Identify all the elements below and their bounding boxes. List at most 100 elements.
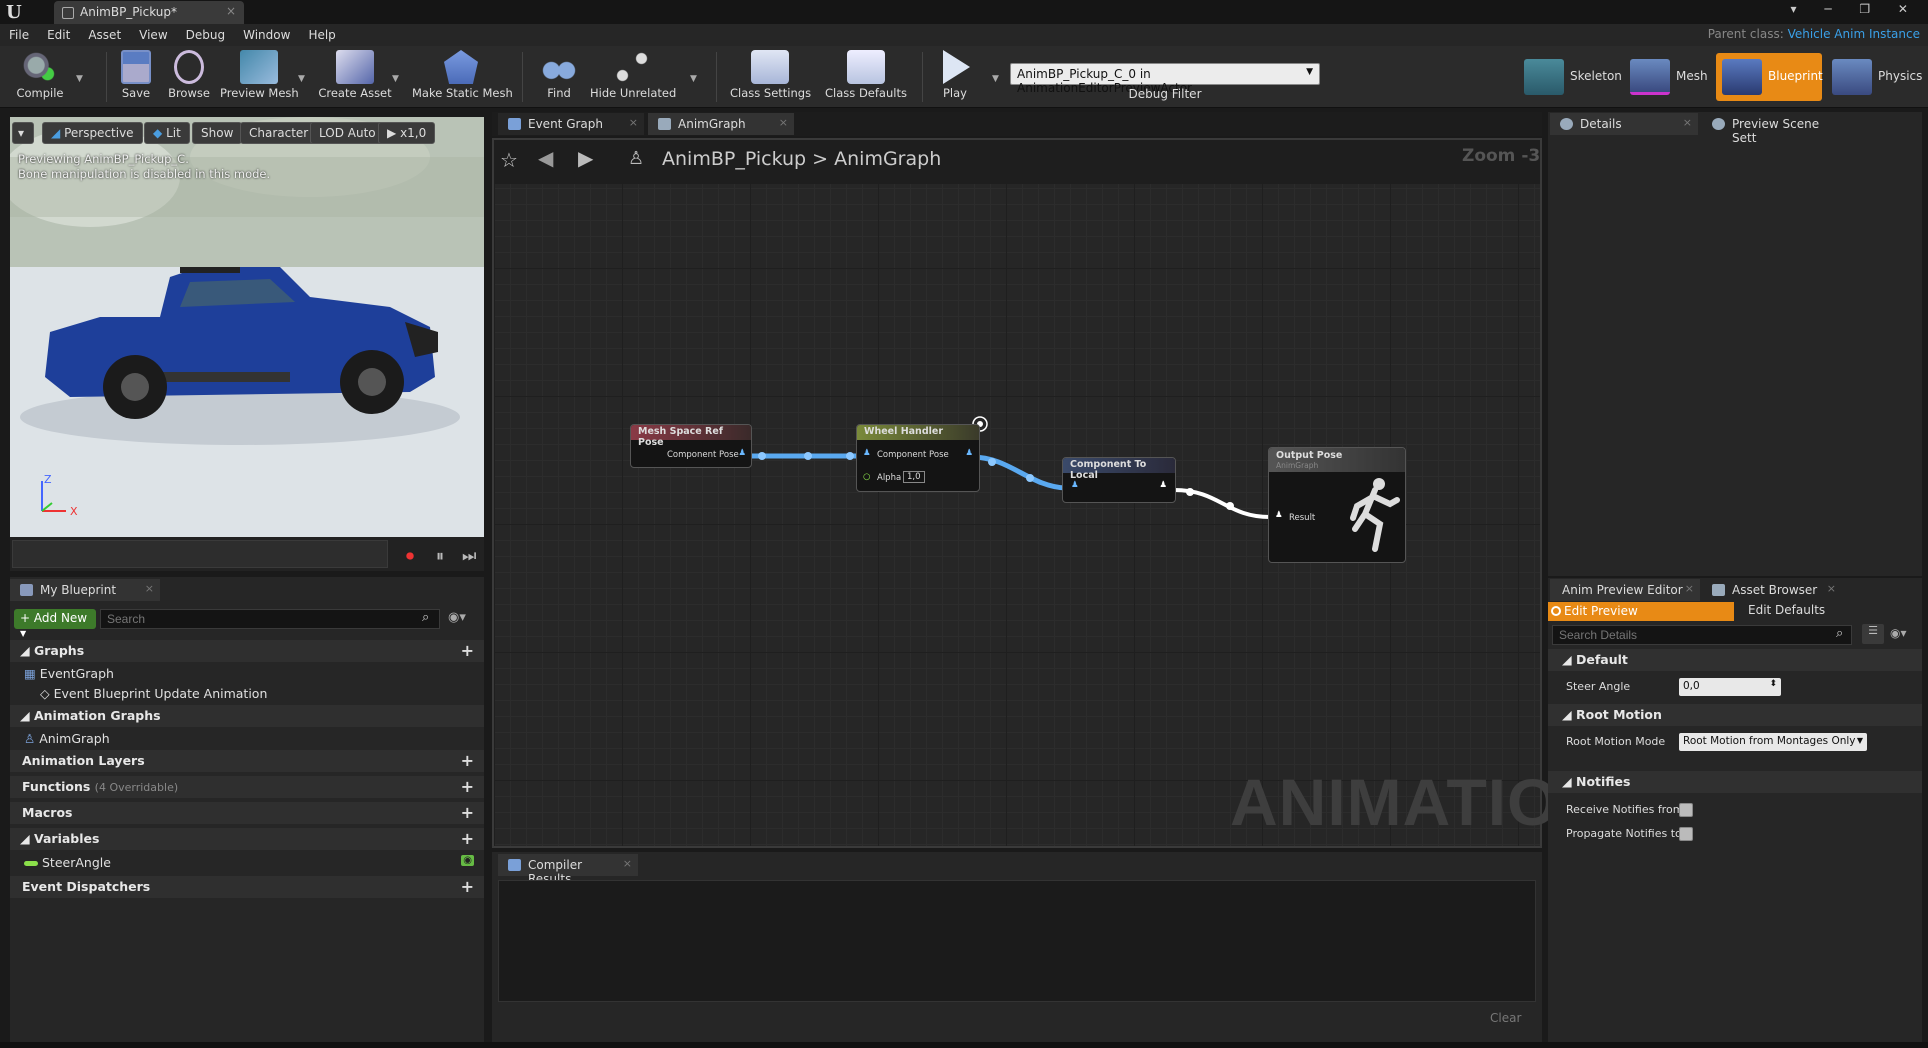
- mode-physics-button[interactable]: Physics: [1826, 53, 1922, 101]
- close-tab-icon[interactable]: ×: [623, 857, 632, 870]
- save-button[interactable]: Save: [116, 50, 156, 106]
- character-button[interactable]: Character: [240, 122, 318, 144]
- node-component-to-local[interactable]: Component To Local ♟ ♟: [1062, 457, 1176, 503]
- compile-button[interactable]: Compile: [12, 50, 68, 106]
- create-asset-button[interactable]: Create Asset: [318, 50, 392, 106]
- details-search-input[interactable]: [1552, 625, 1852, 645]
- pose-pin-out-icon[interactable]: ♟: [965, 448, 973, 458]
- clear-button[interactable]: Clear: [1490, 1011, 1521, 1025]
- section-variables[interactable]: ◢ Variables +: [10, 828, 484, 850]
- forward-arrow-icon[interactable]: ▶: [578, 146, 593, 170]
- pose-pin-out-icon[interactable]: ♟: [1159, 480, 1167, 490]
- category-default[interactable]: ◢ Default: [1548, 649, 1922, 671]
- play-button[interactable]: Play: [934, 50, 976, 106]
- pose-pin-out-icon[interactable]: ♟: [738, 448, 746, 458]
- list-item-event-graph[interactable]: ▦ EventGraph: [10, 663, 484, 685]
- category-root-motion[interactable]: ◢ Root Motion: [1548, 704, 1922, 726]
- preview-mesh-button[interactable]: Preview Mesh: [220, 50, 299, 106]
- section-event-dispatchers[interactable]: Event Dispatchers +: [10, 876, 484, 898]
- breadcrumb-root[interactable]: AnimBP_Pickup: [662, 148, 806, 170]
- find-button[interactable]: Find: [536, 50, 582, 106]
- menu-asset[interactable]: Asset: [79, 24, 130, 42]
- tab-preview-scene-settings[interactable]: Preview Scene Sett: [1702, 113, 1852, 145]
- list-item-steer-angle[interactable]: SteerAngle ◉: [10, 852, 484, 874]
- menu-edit[interactable]: Edit: [38, 24, 79, 42]
- pose-pin-in-icon[interactable]: ♟: [863, 448, 871, 458]
- hide-unrelated-button[interactable]: Hide Unrelated: [590, 50, 676, 106]
- preview-mesh-chevron-icon[interactable]: ▼: [298, 74, 305, 84]
- class-settings-button[interactable]: Class Settings: [730, 50, 811, 106]
- menu-file[interactable]: File: [0, 24, 38, 42]
- add-layer-plus-icon[interactable]: +: [461, 751, 474, 770]
- add-new-button[interactable]: + Add New ▼: [14, 609, 96, 638]
- add-graph-plus-icon[interactable]: +: [461, 641, 474, 660]
- node-wheel-handler[interactable]: Wheel Handler ♟ Component Pose ♟ ○ Alpha…: [856, 424, 980, 492]
- lit-button[interactable]: ◆ Lit: [144, 122, 190, 144]
- steer-angle-input[interactable]: 0,0 ⬍: [1679, 678, 1781, 696]
- add-function-plus-icon[interactable]: +: [461, 777, 474, 796]
- tab-asset-browser[interactable]: Asset Browser ×: [1702, 579, 1842, 601]
- menu-debug[interactable]: Debug: [177, 24, 234, 42]
- close-tab-icon[interactable]: ×: [1683, 116, 1692, 129]
- create-asset-chevron-icon[interactable]: ▼: [392, 74, 399, 84]
- menu-view[interactable]: View: [130, 24, 176, 42]
- tab-event-graph[interactable]: Event Graph ×: [498, 113, 644, 135]
- close-tab-icon[interactable]: ×: [145, 582, 154, 595]
- root-motion-mode-select[interactable]: Root Motion from Montages Only ▼: [1679, 733, 1867, 751]
- tab-details[interactable]: Details ×: [1550, 113, 1698, 135]
- tab-anim-preview-editor[interactable]: Anim Preview Editor ×: [1550, 579, 1700, 601]
- bottom-scrollbar[interactable]: [0, 1042, 1928, 1048]
- step-forward-icon[interactable]: ⏭: [462, 546, 476, 566]
- node-wheel-alpha-input[interactable]: 1,0: [903, 471, 925, 483]
- add-variable-plus-icon[interactable]: +: [461, 829, 474, 848]
- property-matrix-icon[interactable]: ☰: [1862, 624, 1884, 644]
- hide-unrelated-chevron-icon[interactable]: ▼: [690, 74, 697, 84]
- pause-icon[interactable]: ⏸: [436, 546, 444, 566]
- document-tab[interactable]: AnimBP_Pickup* ×: [54, 1, 244, 24]
- menu-help[interactable]: Help: [299, 24, 344, 42]
- back-arrow-icon[interactable]: ◀: [538, 146, 553, 170]
- close-tab-icon[interactable]: ×: [1685, 582, 1694, 595]
- mode-skeleton-button[interactable]: Skeleton: [1518, 53, 1622, 101]
- breadcrumb-leaf[interactable]: AnimGraph: [834, 148, 941, 170]
- category-notifies[interactable]: ◢ Notifies: [1548, 771, 1922, 793]
- viewport-options-chevron-icon[interactable]: ▾: [12, 122, 34, 144]
- mode-blueprint-button[interactable]: Blueprint: [1716, 53, 1823, 101]
- record-icon[interactable]: ⏺: [406, 546, 414, 566]
- tab-anim-graph[interactable]: AnimGraph ×: [648, 113, 794, 135]
- menu-window[interactable]: Window: [234, 24, 299, 42]
- section-macros[interactable]: Macros +: [10, 802, 484, 824]
- alpha-pin-icon[interactable]: ○: [863, 472, 870, 482]
- compile-options-chevron-icon[interactable]: ▼: [76, 74, 83, 84]
- section-animation-graphs[interactable]: ◢ Animation Graphs: [10, 705, 484, 727]
- unreal-logo-icon[interactable]: U: [6, 2, 30, 23]
- close-tab-icon[interactable]: ×: [779, 116, 788, 129]
- perspective-button[interactable]: ◢ Perspective: [42, 122, 143, 144]
- tab-compiler-results[interactable]: Compiler Results ×: [498, 854, 638, 886]
- timeline-scrubber[interactable]: [12, 540, 388, 568]
- lod-button[interactable]: LOD Auto: [310, 122, 385, 144]
- add-dispatcher-plus-icon[interactable]: +: [461, 877, 474, 896]
- debug-filter-select[interactable]: AnimBP_Pickup_C_0 in AnimationEditorPrev…: [1010, 63, 1320, 95]
- my-blueprint-tab[interactable]: My Blueprint ×: [10, 579, 160, 601]
- close-tab-icon[interactable]: ×: [226, 4, 236, 18]
- edit-defaults-toggle[interactable]: Edit Defaults: [1748, 603, 1825, 617]
- pose-pin-in-icon[interactable]: ♟: [1071, 480, 1079, 490]
- playback-speed-button[interactable]: ▶ x1,0: [378, 122, 436, 144]
- class-defaults-button[interactable]: Class Defaults: [824, 50, 908, 106]
- mode-mesh-button[interactable]: Mesh: [1624, 53, 1710, 101]
- list-item-anim-graph[interactable]: ♙ AnimGraph: [10, 728, 484, 750]
- view-options-eye-icon[interactable]: ◉▾: [448, 610, 466, 625]
- node-mesh-space-ref-pose[interactable]: Mesh Space Ref Pose Component Pose ♟: [630, 424, 752, 468]
- pose-pin-in-icon[interactable]: ♟: [1275, 510, 1283, 520]
- parent-class-link[interactable]: Vehicle Anim Instance: [1788, 27, 1920, 41]
- edit-preview-toggle[interactable]: Edit Preview: [1548, 602, 1734, 621]
- close-tab-icon[interactable]: ×: [1827, 582, 1836, 595]
- visibility-eye-icon[interactable]: ◉: [461, 855, 474, 866]
- list-item-event-update[interactable]: ◇ Event Blueprint Update Animation: [10, 683, 484, 705]
- section-functions[interactable]: Functions (4 Overridable) +: [10, 776, 484, 798]
- add-macro-plus-icon[interactable]: +: [461, 803, 474, 822]
- section-animation-layers[interactable]: Animation Layers +: [10, 750, 484, 772]
- section-graphs[interactable]: ◢ Graphs +: [10, 640, 484, 662]
- favorite-star-icon[interactable]: ☆: [500, 148, 518, 172]
